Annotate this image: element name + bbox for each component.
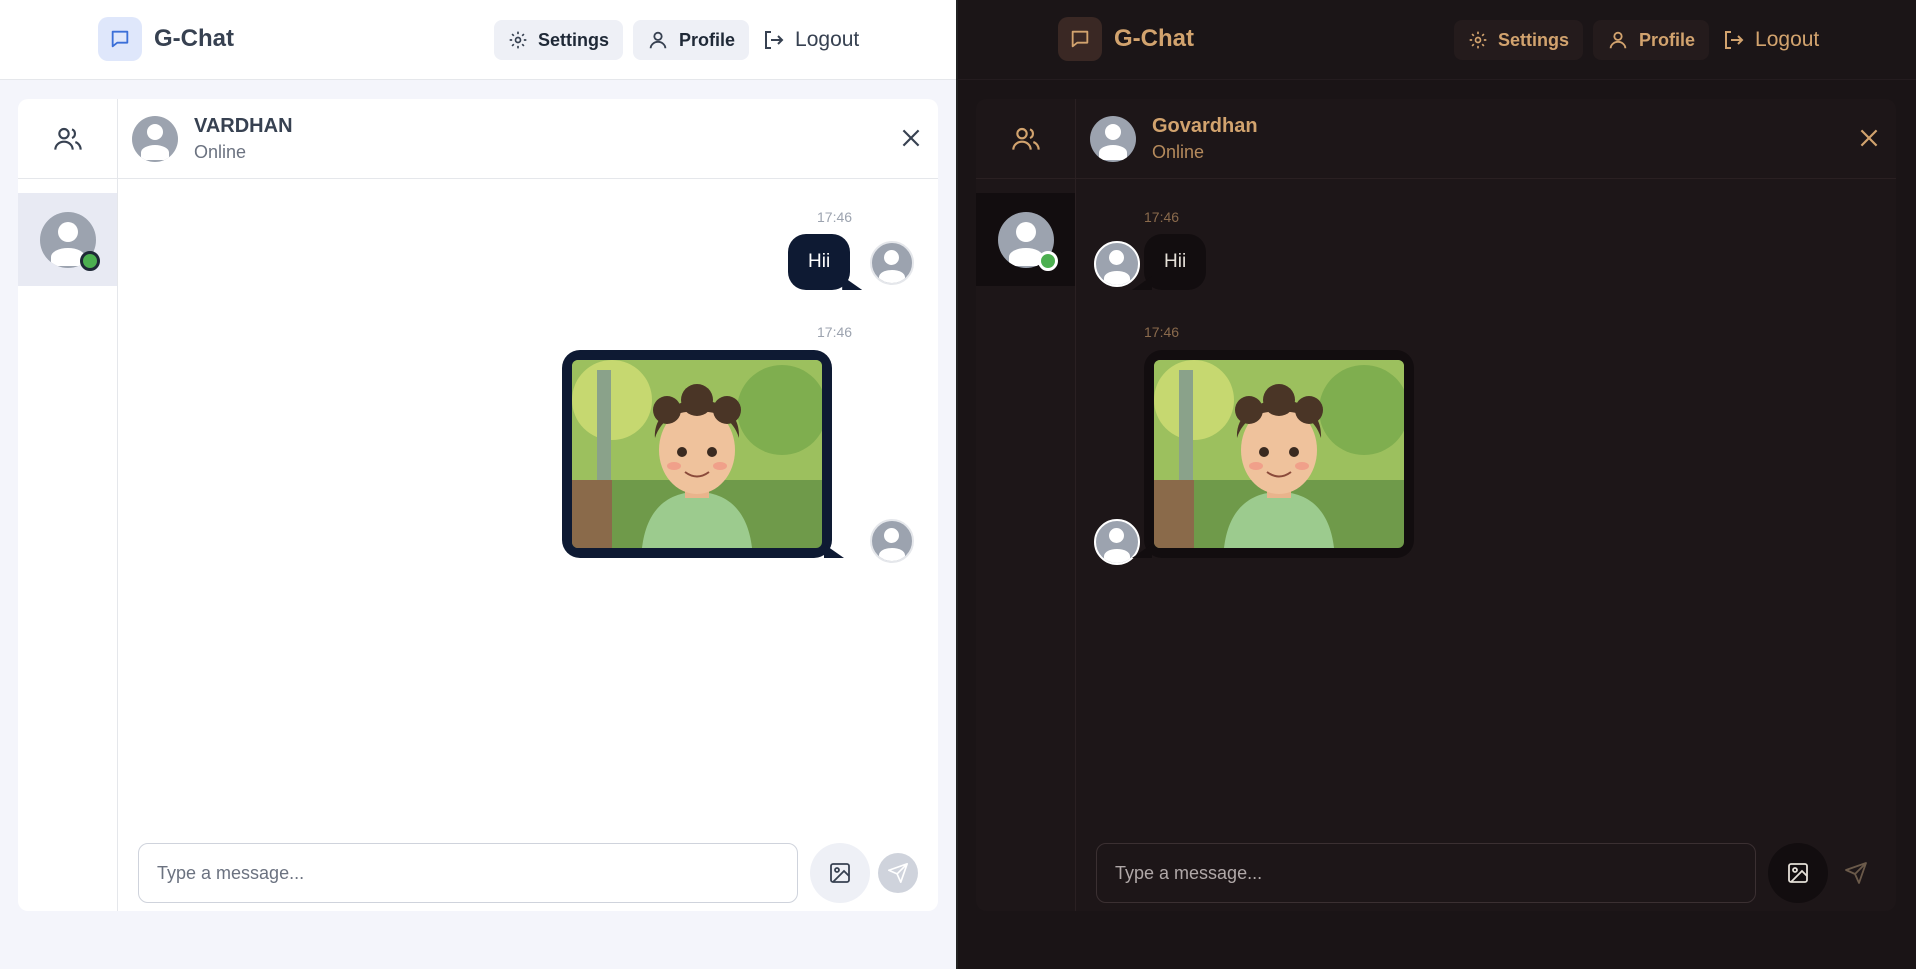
chat-card: VARDHAN Online 17:46 Hii 17:46 [18,99,938,911]
message-composer [1076,821,1896,911]
contacts-header[interactable] [18,99,117,179]
message-bubble [1144,350,1414,558]
close-icon[interactable] [898,125,924,156]
message-list: 17:46 Hii 17:46 [118,179,938,821]
contact-name: Govardhan [1152,114,1258,137]
send-icon [888,863,908,883]
avatar [1090,115,1136,162]
send-button[interactable] [1836,853,1876,893]
message-time: 17:46 [817,209,853,225]
user-icon [1609,31,1627,49]
nav-actions: Settings Profile Logout [1454,20,1831,60]
send-button[interactable] [878,853,918,893]
gear-icon [509,31,527,49]
avatar [870,519,914,563]
brand[interactable]: G-Chat [98,17,234,61]
logout-label: Logout [795,28,860,51]
profile-button[interactable]: Profile [1593,20,1710,60]
settings-button[interactable]: Settings [494,20,624,60]
settings-button[interactable]: Settings [1454,20,1584,60]
contacts-header[interactable] [976,99,1075,179]
message-image[interactable] [572,360,822,548]
contacts-sidebar [976,99,1076,911]
chat-header: VARDHAN Online [118,99,938,179]
dark-theme-panel: G-Chat Settings Profile Logout Govardhan… [958,0,1916,969]
logout-label: Logout [1755,28,1820,51]
online-indicator [80,251,100,271]
contact-item[interactable] [18,193,117,286]
message-bubble: Hii [1144,234,1207,290]
brand-name: G-Chat [1114,25,1194,52]
avatar [1094,241,1140,287]
logout-button[interactable]: Logout [1719,20,1821,60]
avatar [870,241,914,285]
brand[interactable]: G-Chat [1058,17,1194,61]
close-icon[interactable] [1856,125,1882,156]
avatar [1094,519,1140,565]
top-navbar: G-Chat Settings Profile Logout [958,0,1916,80]
settings-label: Settings [538,29,610,50]
chat-header: Govardhan Online [1076,99,1896,179]
contact-status: Online [194,141,247,162]
chat-bubble-icon [98,17,142,61]
contacts-sidebar [18,99,118,911]
message-list: 17:46 Hii 17:46 [1076,179,1896,821]
users-icon [53,127,82,150]
chat-card: Govardhan Online 17:46 Hii 17:46 [976,99,1896,911]
logout-button[interactable]: Logout [759,20,861,60]
users-icon [1011,127,1040,150]
chat-bubble-icon [1058,17,1102,61]
message-bubble [562,350,832,558]
contact-status: Online [1152,141,1205,162]
send-icon [1845,862,1867,884]
logout-icon [765,31,784,49]
settings-label: Settings [1498,29,1570,50]
profile-label: Profile [679,29,736,50]
logout-icon [1725,31,1744,49]
image-icon [830,863,850,883]
online-indicator [1038,251,1058,271]
message-input[interactable] [1096,843,1756,903]
message-input[interactable] [138,843,798,903]
nav-actions: Settings Profile Logout [494,20,871,60]
brand-name: G-Chat [154,25,234,52]
image-icon [1788,863,1808,883]
contact-item[interactable] [976,193,1075,286]
message-time: 17:46 [1144,324,1180,340]
light-theme-panel: G-Chat Settings Profile Logout VARDHAN O… [0,0,958,969]
contact-name: VARDHAN [194,114,293,137]
profile-button[interactable]: Profile [633,20,750,60]
profile-label: Profile [1639,29,1696,50]
message-text: Hii [1164,251,1187,272]
message-text: Hii [808,251,831,272]
attach-image-button[interactable] [1768,843,1828,903]
avatar [132,115,178,162]
message-time: 17:46 [817,324,853,340]
gear-icon [1469,31,1487,49]
message-composer [118,821,938,911]
top-navbar: G-Chat Settings Profile Logout [0,0,956,80]
message-image[interactable] [1154,360,1404,548]
attach-image-button[interactable] [810,843,870,903]
user-icon [649,31,667,49]
message-bubble: Hii [788,234,851,290]
message-time: 17:46 [1144,209,1180,225]
